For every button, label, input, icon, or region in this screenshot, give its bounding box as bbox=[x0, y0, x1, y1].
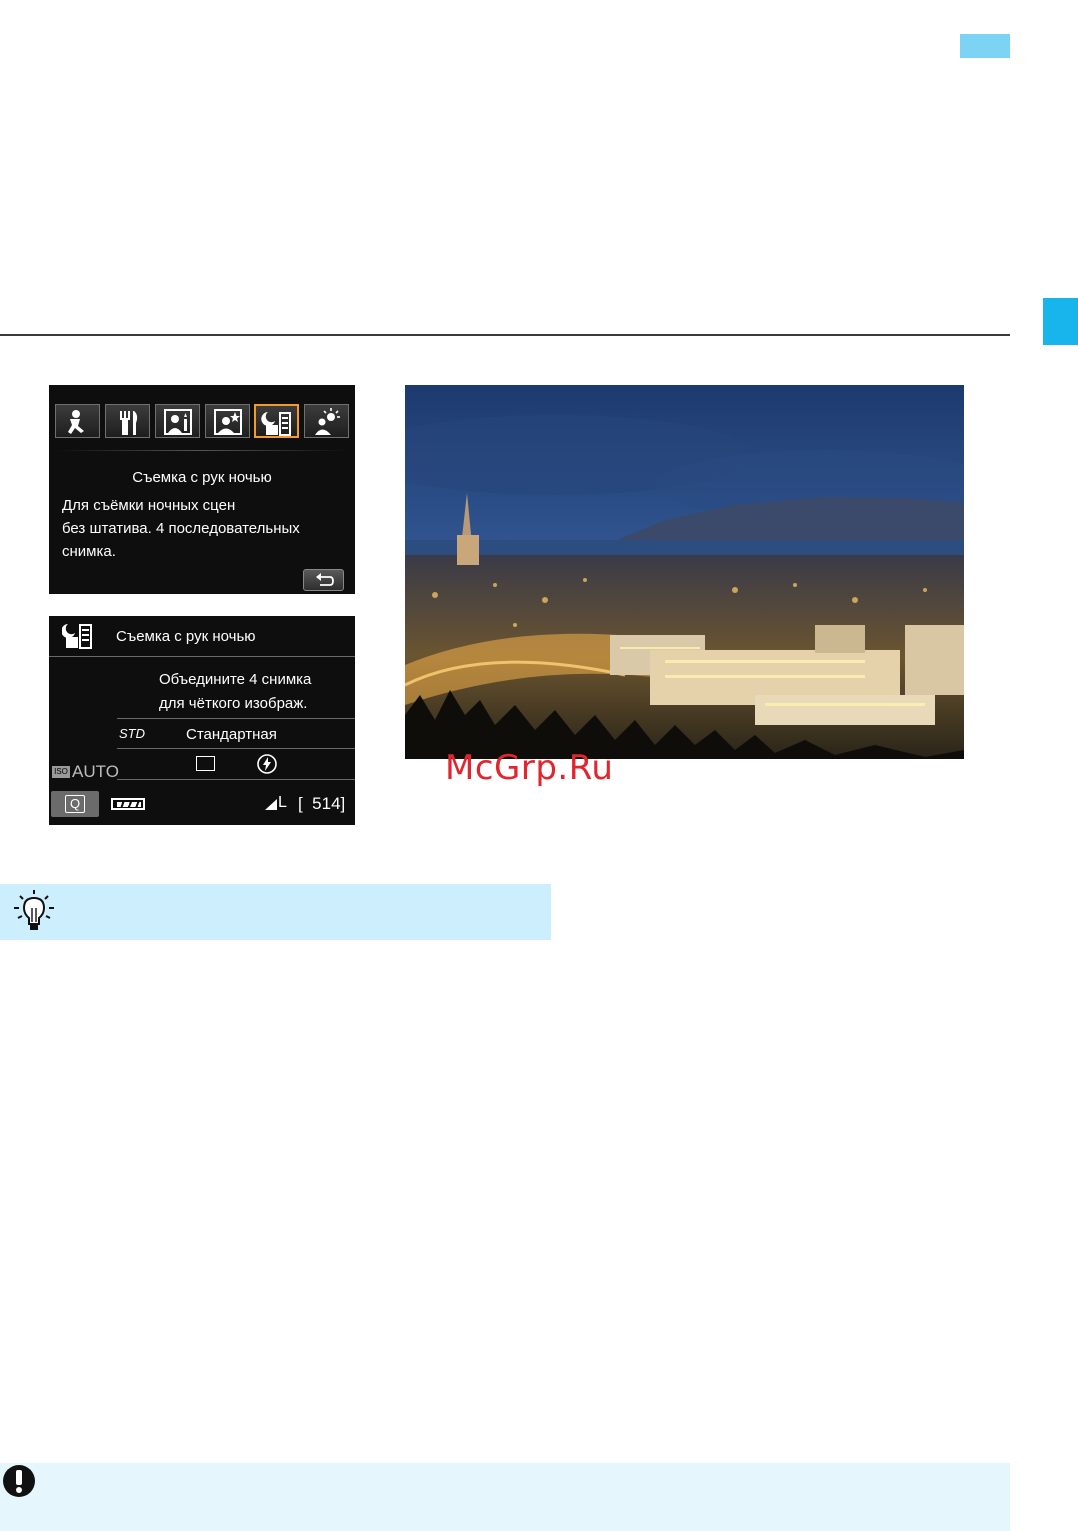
flash-off-icon bbox=[257, 754, 277, 774]
q-label: Q bbox=[65, 795, 85, 813]
mode-title: Съемка с рук ночью bbox=[116, 628, 256, 645]
picture-style-value: Стандартная bbox=[186, 726, 277, 743]
watermark: McGrp.Ru bbox=[445, 748, 614, 788]
night-city-photo bbox=[405, 385, 964, 759]
iso-value: AUTO bbox=[72, 762, 119, 781]
camera-screen-settings: Съемка с рук ночью Объедините 4 снимка д… bbox=[49, 616, 355, 825]
quality-fine-icon bbox=[265, 799, 277, 810]
mode-description-line: без штатива. 4 последовательных bbox=[62, 520, 300, 537]
food-mode-icon[interactable] bbox=[105, 404, 150, 438]
candlelight-portrait-icon[interactable] bbox=[155, 404, 200, 438]
back-arrow-icon bbox=[316, 573, 334, 586]
caution-icon bbox=[3, 1465, 35, 1497]
battery-icon bbox=[111, 798, 145, 810]
child-mode-icon[interactable] bbox=[55, 404, 100, 438]
section-divider bbox=[0, 334, 1010, 336]
single-shooting-icon bbox=[196, 756, 215, 771]
bulb-tip-icon bbox=[14, 890, 54, 930]
chapter-side-tab bbox=[1043, 298, 1078, 345]
picture-style-tag: STD bbox=[119, 726, 145, 741]
divider bbox=[117, 718, 355, 719]
caution-box bbox=[0, 1463, 1010, 1531]
screen-separator bbox=[55, 450, 349, 451]
night-portrait-icon[interactable] bbox=[205, 404, 250, 438]
info-line: Объедините 4 снимка bbox=[159, 671, 312, 688]
handheld-night-icon bbox=[62, 624, 92, 649]
chapter-corner-tab bbox=[960, 34, 1010, 58]
mode-description-line: Для съёмки ночных сцен bbox=[62, 497, 236, 514]
iso-icon: ISO bbox=[52, 766, 70, 778]
divider bbox=[117, 748, 355, 749]
hdr-backlight-icon[interactable] bbox=[304, 404, 349, 438]
scene-mode-icon-row bbox=[55, 404, 351, 440]
back-button[interactable] bbox=[303, 569, 344, 591]
handheld-night-icon[interactable] bbox=[254, 404, 299, 438]
info-line: для чёткого изображ. bbox=[159, 695, 308, 712]
quick-control-button[interactable]: Q bbox=[51, 791, 99, 817]
image-quality: L bbox=[278, 794, 287, 811]
tip-box bbox=[0, 884, 551, 940]
mode-title: Съемка с рук ночью bbox=[132, 469, 272, 486]
divider bbox=[49, 656, 355, 657]
shots-remaining: [ 514] bbox=[298, 794, 346, 813]
divider bbox=[117, 779, 355, 780]
camera-screen-mode-select: Съемка с рук ночью Для съёмки ночных сце… bbox=[49, 385, 355, 594]
mode-description-line: снимка. bbox=[62, 543, 116, 560]
